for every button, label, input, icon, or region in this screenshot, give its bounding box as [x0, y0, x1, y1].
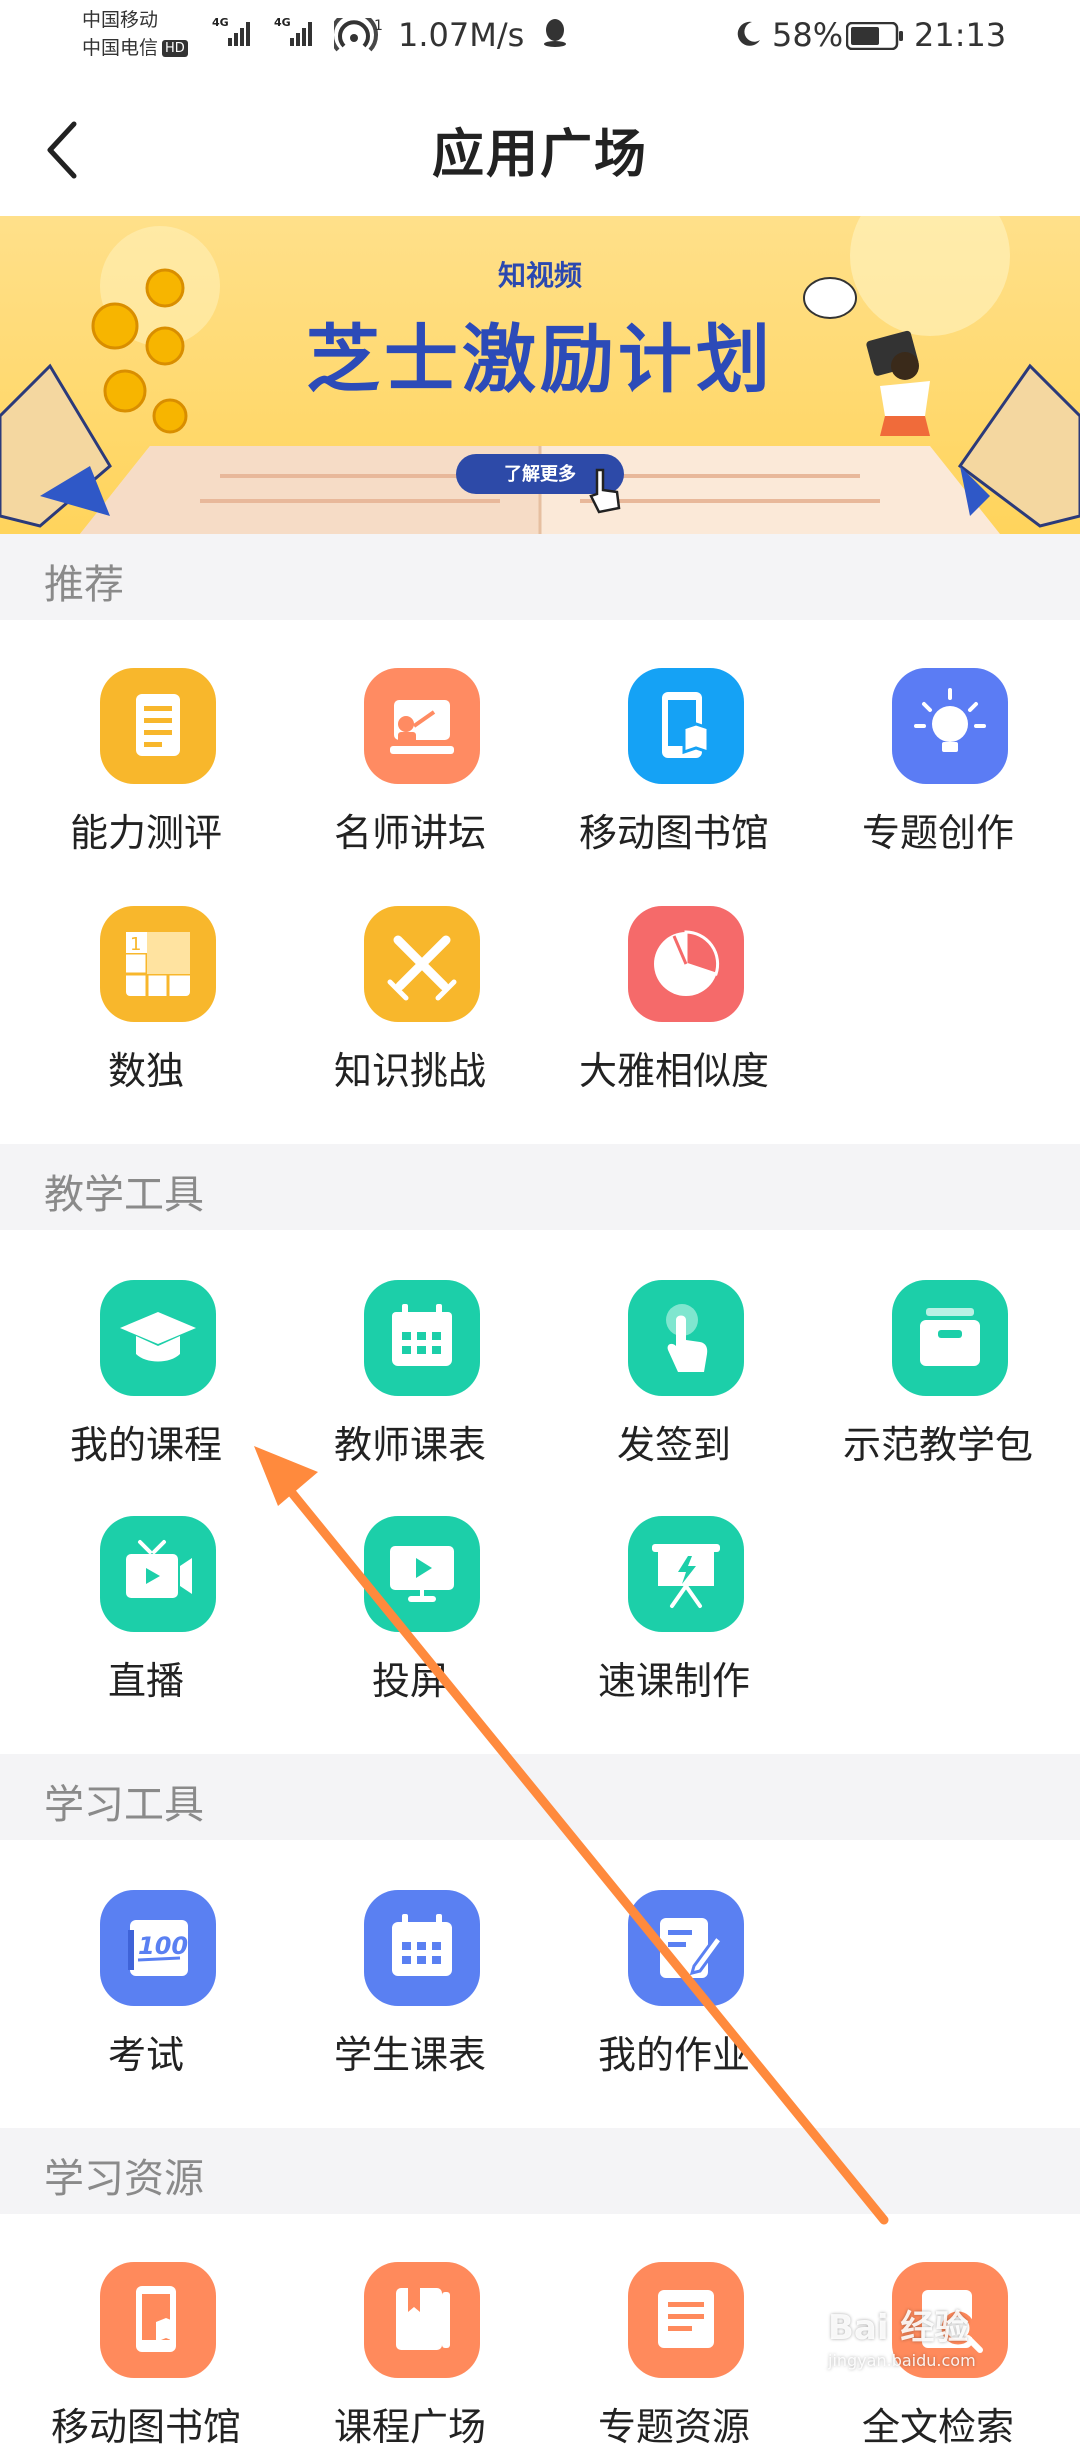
promo-banner[interactable]: 知视频 芝士激励计划 了解更多 — [0, 216, 1080, 534]
tile-label: 专题资源 — [597, 2405, 750, 2449]
package-icon — [892, 1280, 1008, 1396]
calendar-icon — [364, 1280, 480, 1396]
section-header-learning-tools: 学习工具 — [0, 1754, 1080, 1840]
tile-knowledge-challenge[interactable]: 知识挑战 — [278, 906, 542, 1106]
status-bar: 中国移动 中国电信 HD 4G 4G 1 1.07M/s 58% 21:13 — [0, 0, 1080, 78]
clipboard-icon — [100, 668, 216, 784]
section-title: 学习工具 — [44, 1782, 204, 1828]
tile-teacher-schedule[interactable]: 教师课表 — [278, 1280, 542, 1480]
lecturer-icon — [364, 668, 480, 784]
lightbulb-icon — [892, 668, 1008, 784]
tile-label: 考试 — [107, 2033, 184, 2077]
tile-label: 数独 — [107, 1049, 184, 1093]
moon-icon — [737, 21, 760, 46]
section-title: 教学工具 — [44, 1172, 204, 1218]
tile-label: 投屏 — [371, 1659, 448, 1703]
tile-topic-creation[interactable]: 专题创作 — [806, 668, 1070, 868]
svg-text:1: 1 — [374, 18, 383, 34]
tile-label: 移动图书馆 — [578, 811, 769, 855]
app-header: 应用广场 — [0, 78, 1080, 216]
network-speed: 1.07M/s — [398, 16, 525, 54]
svg-text:100: 100 — [138, 1932, 188, 1960]
tap-hand-icon — [628, 1280, 744, 1396]
document-icon — [628, 2262, 744, 2378]
screen-cast-icon — [364, 1516, 480, 1632]
tile-exam[interactable]: 100 考试 — [14, 1890, 278, 2090]
homework-edit-icon — [628, 1890, 744, 2006]
tile-demo-teaching-package[interactable]: 示范教学包 — [806, 1280, 1070, 1480]
presentation-icon — [628, 1516, 744, 1632]
section-title: 学习资源 — [44, 2156, 204, 2202]
tile-label: 知识挑战 — [333, 1049, 486, 1093]
tile-label: 课程广场 — [333, 2405, 486, 2449]
tile-live-stream[interactable]: 直播 — [14, 1516, 278, 1716]
graduation-cap-icon — [100, 1280, 216, 1396]
tile-daya-similarity[interactable]: 大雅相似度 — [542, 906, 806, 1106]
pointer-hand-icon — [589, 468, 621, 514]
tv-icon — [100, 1516, 216, 1632]
tile-mobile-library[interactable]: 移动图书馆 — [542, 668, 806, 868]
tile-label: 大雅相似度 — [578, 1049, 769, 1093]
section-title: 推荐 — [44, 562, 124, 608]
crossed-swords-icon — [364, 906, 480, 1022]
mobile-book-icon — [100, 2262, 216, 2378]
tile-label: 速课制作 — [597, 1659, 750, 1703]
tile-label: 直播 — [107, 1659, 184, 1703]
tile-label: 教师课表 — [333, 1423, 486, 1467]
tile-label: 发签到 — [616, 1423, 731, 1467]
tile-course-square[interactable]: 课程广场 — [278, 2262, 542, 2462]
mobile-library-icon — [628, 668, 744, 784]
hd-badge: HD — [162, 40, 188, 57]
tile-send-check-in[interactable]: 发签到 — [542, 1280, 806, 1480]
tile-label: 移动图书馆 — [50, 2405, 241, 2449]
tile-topic-resources[interactable]: 专题资源 — [542, 2262, 806, 2462]
tile-label: 我的作业 — [597, 2033, 750, 2077]
banner-subtitle: 知视频 — [497, 259, 582, 292]
exam-score-icon: 100 — [100, 1890, 216, 2006]
tile-famous-teacher-forum[interactable]: 名师讲坛 — [278, 668, 542, 868]
tile-label: 能力测评 — [69, 811, 222, 855]
page-title: 应用广场 — [431, 125, 648, 185]
tile-quick-course-creation[interactable]: 速课制作 — [542, 1516, 806, 1716]
tile-label: 名师讲坛 — [333, 811, 486, 855]
wifi-hotspot-icon: 1 — [334, 18, 383, 52]
clock: 21:13 — [914, 16, 1007, 54]
section-header-learning-resources: 学习资源 — [0, 2128, 1080, 2214]
tile-label: 示范教学包 — [842, 1423, 1033, 1467]
qq-icon — [544, 19, 566, 47]
tile-label: 专题创作 — [861, 811, 1014, 855]
tile-my-homework[interactable]: 我的作业 — [542, 1890, 806, 2090]
tile-resource-mobile-library[interactable]: 移动图书馆 — [14, 2262, 278, 2462]
book-icon — [364, 2262, 480, 2378]
tile-ability-assessment[interactable]: 能力测评 — [14, 668, 278, 868]
carrier-1: 中国移动 — [82, 9, 159, 31]
calendar-icon — [364, 1890, 480, 2006]
battery-icon — [846, 22, 903, 50]
pie-chart-icon — [628, 906, 744, 1022]
section-header-recommended: 推荐 — [0, 534, 1080, 620]
banner-title: 芝士激励计划 — [306, 317, 774, 403]
tile-sudoku[interactable]: 1 数独 — [14, 906, 278, 1106]
sudoku-icon: 1 — [100, 906, 216, 1022]
tile-label: 我的课程 — [69, 1423, 222, 1467]
tile-label: 学生课表 — [333, 2033, 486, 2077]
svg-text:1: 1 — [130, 934, 141, 955]
carrier-info: 中国移动 中国电信 HD — [82, 6, 188, 62]
tile-student-schedule[interactable]: 学生课表 — [278, 1890, 542, 2090]
tile-screen-cast[interactable]: 投屏 — [278, 1516, 542, 1716]
section-header-teaching-tools: 教学工具 — [0, 1144, 1080, 1230]
tile-label: 全文检索 — [861, 2405, 1014, 2449]
battery-percent: 58% — [772, 16, 844, 54]
carrier-2: 中国电信 — [82, 37, 159, 59]
tile-my-courses[interactable]: 我的课程 — [14, 1280, 278, 1480]
watermark: Bai 经验 jingyan.baidu.com — [828, 2308, 976, 2370]
